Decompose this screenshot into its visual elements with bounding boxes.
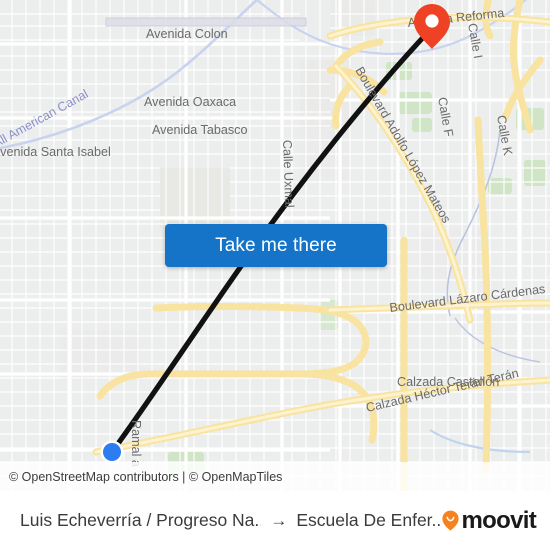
moovit-pin-icon	[441, 510, 459, 531]
arrow-right-icon: →	[270, 511, 288, 530]
moovit-logo[interactable]: moovit	[441, 506, 550, 535]
take-me-there-button[interactable]: Take me there	[165, 224, 387, 267]
route-destination-label: Escuela De Enfer...	[296, 510, 442, 530]
label-avenida-colon: Avenida Colon	[146, 27, 228, 41]
moovit-wordmark: moovit	[461, 506, 537, 534]
label-avenida-oaxaca: Avenida Oaxaca	[144, 95, 236, 109]
take-me-there-label: Take me there	[215, 234, 337, 256]
map-rail-strip	[105, 17, 307, 27]
label-ramal: Ramal a	[129, 420, 143, 467]
map-canvas[interactable]: All American Canal Avenida Colon Avenida…	[0, 0, 550, 491]
origin-dot-marker[interactable]	[100, 440, 124, 464]
map-attribution-text[interactable]: © OpenStreetMap contributors | © OpenMap…	[0, 470, 282, 484]
label-avenida-tabasco: Avenida Tabasco	[152, 123, 247, 137]
route-origin-label: Luis Echeverría / Progreso Na...	[20, 510, 262, 530]
map-attribution-bar: © OpenStreetMap contributors | © OpenMap…	[0, 462, 550, 491]
label-avenida-santa-isabel: Avenida Santa Isabel	[0, 145, 111, 159]
route-summary[interactable]: Luis Echeverría / Progreso Na... → Escue…	[0, 510, 442, 531]
label-calle-uxmal: Calle Uxmal	[280, 140, 296, 208]
app-root: All American Canal Avenida Colon Avenida…	[0, 0, 550, 550]
route-footer: Luis Echeverría / Progreso Na... → Escue…	[0, 491, 550, 550]
